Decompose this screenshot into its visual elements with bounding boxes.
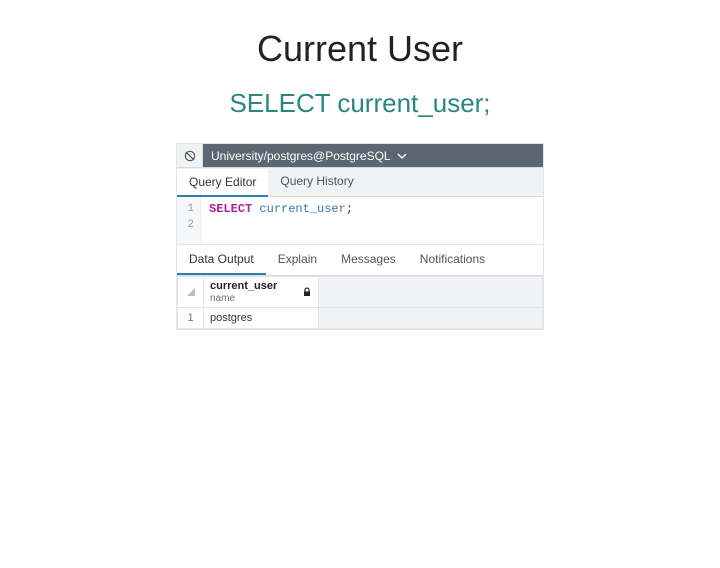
connection-label: University/postgres@PostgreSQL <box>211 149 391 163</box>
line-number: 2 <box>177 217 194 233</box>
cell-filler <box>319 308 543 329</box>
tab-notifications[interactable]: Notifications <box>408 245 497 275</box>
sql-keyword: SELECT <box>209 202 252 216</box>
cell-value[interactable]: postgres <box>204 308 319 329</box>
sql-identifier: current_user <box>259 202 345 216</box>
line-number: 1 <box>177 201 194 217</box>
tab-query-history[interactable]: Query History <box>268 168 365 196</box>
column-type: name <box>210 293 292 304</box>
tab-data-output[interactable]: Data Output <box>177 245 266 275</box>
output-tabs: Data Output Explain Messages Notificatio… <box>177 245 543 276</box>
disconnect-icon[interactable] <box>177 144 203 167</box>
column-name: current_user <box>210 280 277 292</box>
editor-tabs: Query Editor Query History <box>177 168 543 197</box>
result-grid: current_user name 1 postgres <box>177 276 543 329</box>
table-row[interactable]: 1 postgres <box>178 308 543 329</box>
line-gutter: 1 2 <box>177 197 201 244</box>
connection-bar: University/postgres@PostgreSQL <box>177 144 543 168</box>
row-number: 1 <box>178 308 204 329</box>
select-all-icon <box>187 288 195 296</box>
code-editor[interactable]: 1 2 SELECT current_user; <box>177 197 543 245</box>
chevron-down-icon <box>397 151 407 161</box>
column-filler <box>319 277 543 308</box>
slide-sql: SELECT current_user; <box>0 88 720 119</box>
sql-punct: ; <box>346 202 353 216</box>
lock-icon <box>302 287 312 297</box>
row-header-corner[interactable] <box>178 277 204 308</box>
pgadmin-panel: University/postgres@PostgreSQL Query Edi… <box>176 143 544 330</box>
tab-query-editor[interactable]: Query Editor <box>177 169 268 197</box>
code-area[interactable]: SELECT current_user; <box>201 197 361 244</box>
tab-messages[interactable]: Messages <box>329 245 408 275</box>
connection-dropdown[interactable]: University/postgres@PostgreSQL <box>203 144 543 167</box>
column-header[interactable]: current_user name <box>204 277 319 308</box>
tab-explain[interactable]: Explain <box>266 245 329 275</box>
slide-title: Current User <box>0 28 720 70</box>
